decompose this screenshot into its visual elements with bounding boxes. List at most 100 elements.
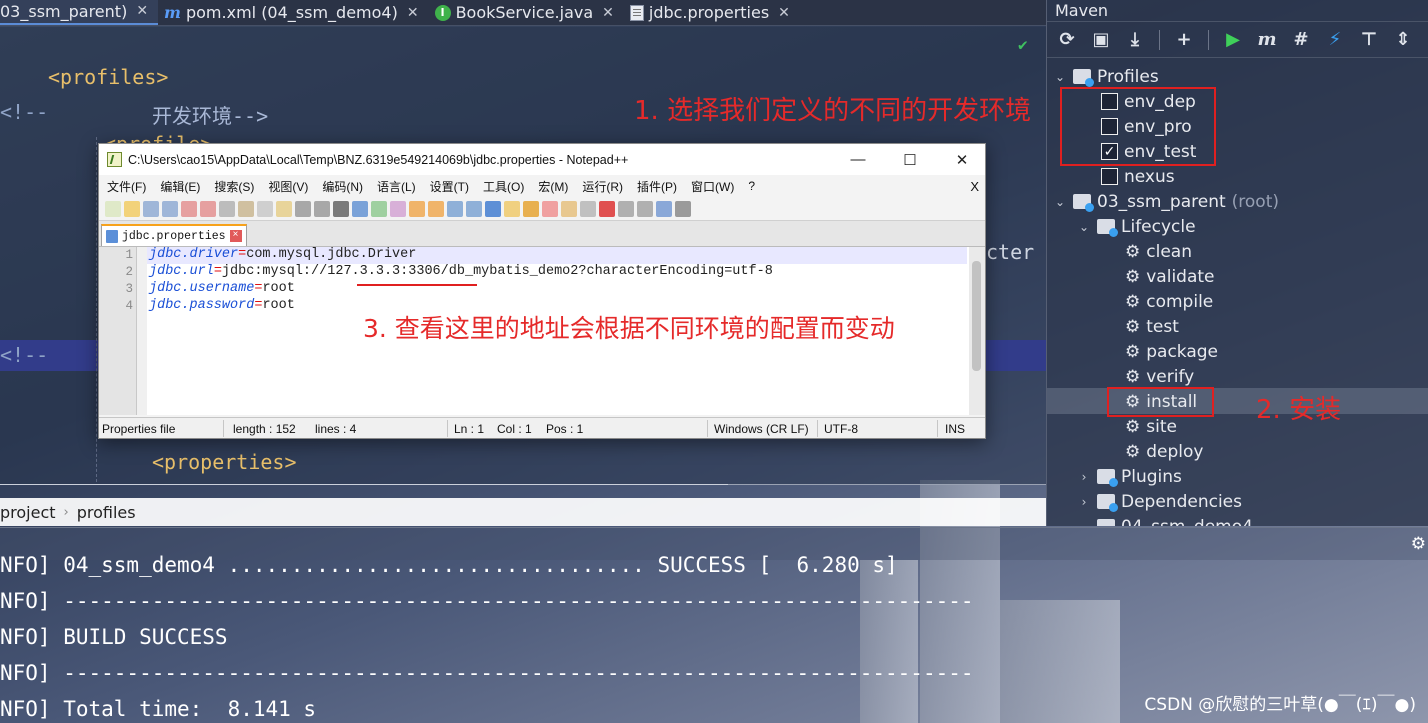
skip-tests-icon[interactable]: ⚡ [1325,29,1345,50]
notepad-title-bar[interactable]: C:\Users\cao15\AppData\Local\Temp\BNZ.63… [99,144,985,175]
redo-icon[interactable] [314,200,330,217]
copy-icon[interactable] [257,200,273,217]
breadcrumb-item-project[interactable]: project [0,503,56,522]
tab-ssm-parent[interactable]: 03_ssm_parent) ✕ [0,0,159,25]
status-ln: Ln : 1 [454,422,485,436]
menu-help[interactable]: ? [748,179,755,193]
close-icon[interactable]: ✕ [602,5,614,21]
maven-goal-icon[interactable]: m [1257,29,1277,50]
sync-v-icon[interactable] [409,200,425,217]
find-icon[interactable] [333,200,349,217]
save-icon[interactable] [143,200,159,217]
folder-workspace-icon[interactable] [561,200,577,217]
close-icon[interactable]: ✕ [778,5,790,21]
lifecycle-validate[interactable]: ⚙ validate [1125,264,1215,289]
close-all-icon[interactable] [200,200,216,217]
monitor-icon[interactable] [580,200,596,217]
tree-dependencies[interactable]: › Dependencies [1077,489,1242,514]
doc-map-icon[interactable] [523,200,539,217]
zoom-out-icon[interactable] [390,200,406,217]
close-icon[interactable]: × [229,230,242,242]
stop-macro-icon[interactable] [618,200,634,217]
run-macro-multiple-icon[interactable] [656,200,672,217]
notepad-tab-jdbc-properties[interactable]: jdbc.properties × [101,224,247,246]
menu-language[interactable]: 语言(L) [377,178,416,195]
breadcrumb-item-profiles[interactable]: profiles [77,503,136,522]
chevron-down-icon[interactable]: ⌄ [1053,195,1067,209]
tree-plugins[interactable]: › Plugins [1077,464,1182,489]
close-icon[interactable]: ✕ [407,5,419,21]
run-icon[interactable]: ▶ [1223,29,1243,50]
menu-run[interactable]: 运行(R) [582,178,623,195]
lifecycle-site[interactable]: ⚙ site [1125,414,1177,439]
chevron-down-icon[interactable]: ⌄ [1053,70,1067,84]
lifecycle-package[interactable]: ⚙ package [1125,339,1218,364]
profile-checkbox[interactable] [1101,168,1118,185]
record-macro-icon[interactable] [599,200,615,217]
close-icon[interactable]: ✕ [136,3,148,19]
chevron-right-icon[interactable]: › [1077,470,1091,484]
menu-macro[interactable]: 宏(M) [538,178,568,195]
tree-lifecycle[interactable]: ⌄ Lifecycle [1077,214,1196,239]
horizontal-scrollbar-track[interactable] [728,484,1046,485]
indent-guide-icon[interactable] [485,200,501,217]
menu-encoding[interactable]: 编码(N) [322,178,363,195]
cut-icon[interactable] [238,200,254,217]
open-file-icon[interactable] [124,200,140,217]
close-file-icon[interactable] [181,200,197,217]
menu-tools[interactable]: 工具(O) [483,178,524,195]
menu-file[interactable]: 文件(F) [107,178,146,195]
add-icon[interactable]: + [1174,29,1194,50]
lifecycle-compile[interactable]: ⚙ compile [1125,289,1213,314]
udl-icon[interactable] [504,200,520,217]
close-icon[interactable]: ✕ [939,151,985,169]
scrollbar-thumb[interactable] [972,261,981,371]
function-list-icon[interactable] [542,200,558,217]
notepad-window[interactable]: C:\Users\cao15\AppData\Local\Temp\BNZ.63… [98,143,986,439]
chevron-down-icon[interactable]: ⌄ [1077,520,1091,527]
tab-book-service[interactable]: I BookService.java ✕ [429,0,624,25]
lifecycle-deploy[interactable]: ⚙ deploy [1125,439,1203,464]
lifecycle-clean[interactable]: ⚙ clean [1125,239,1192,264]
menu-search[interactable]: 搜索(S) [214,178,254,195]
minimize-icon[interactable]: — [835,151,881,168]
chevron-down-icon[interactable]: ⌄ [1077,220,1091,234]
download-icon[interactable]: ⤓ [1125,29,1145,50]
tree-profiles[interactable]: ⌄ Profiles [1053,64,1159,89]
profile-nexus[interactable]: nexus [1101,164,1175,189]
tab-jdbc-properties[interactable]: jdbc.properties ✕ [624,0,800,25]
print-icon[interactable] [219,200,235,217]
maximize-icon[interactable]: ☐ [887,151,933,169]
notepad-editor[interactable]: 1 2 3 4 jdbc.driver=com.mysql.jdbc.Drive… [99,247,985,415]
show-dependencies-icon[interactable]: ⊤ [1359,29,1379,50]
sync-h-icon[interactable] [428,200,444,217]
play-macro-icon[interactable] [637,200,653,217]
tab-pom-xml[interactable]: m pom.xml (04_ssm_demo4) ✕ [158,0,429,25]
menu-edit[interactable]: 编辑(E) [160,178,200,195]
save-all-icon[interactable] [162,200,178,217]
show-all-chars-icon[interactable] [466,200,482,217]
add-folder-icon[interactable]: ▣ [1091,29,1111,50]
word-wrap-icon[interactable] [447,200,463,217]
horizontal-scrollbar[interactable] [0,484,728,485]
replace-icon[interactable] [352,200,368,217]
lifecycle-verify[interactable]: ⚙ verify [1125,364,1194,389]
menu-view[interactable]: 视图(V) [268,178,308,195]
new-file-icon[interactable] [105,200,121,217]
reload-icon[interactable]: ⟳ [1057,29,1077,50]
close-document-icon[interactable]: X [970,179,985,194]
undo-icon[interactable] [295,200,311,217]
collapse-all-icon[interactable]: ⇕ [1393,29,1413,50]
menu-settings[interactable]: 设置(T) [430,178,469,195]
zoom-in-icon[interactable] [371,200,387,217]
paste-icon[interactable] [276,200,292,217]
tree-project-demo4[interactable]: ⌄ 04_ssm_demo4 [1077,514,1253,526]
lifecycle-test[interactable]: ⚙ test [1125,314,1179,339]
chevron-right-icon[interactable]: › [1077,495,1091,509]
menu-window[interactable]: 窗口(W) [691,178,734,195]
tree-project-root[interactable]: ⌄ 03_ssm_parent (root) [1053,189,1279,214]
save-macro-icon[interactable] [675,200,691,217]
vertical-scrollbar[interactable] [969,247,985,415]
menu-plugins[interactable]: 插件(P) [637,178,677,195]
toggle-offline-icon[interactable]: # [1291,29,1311,50]
